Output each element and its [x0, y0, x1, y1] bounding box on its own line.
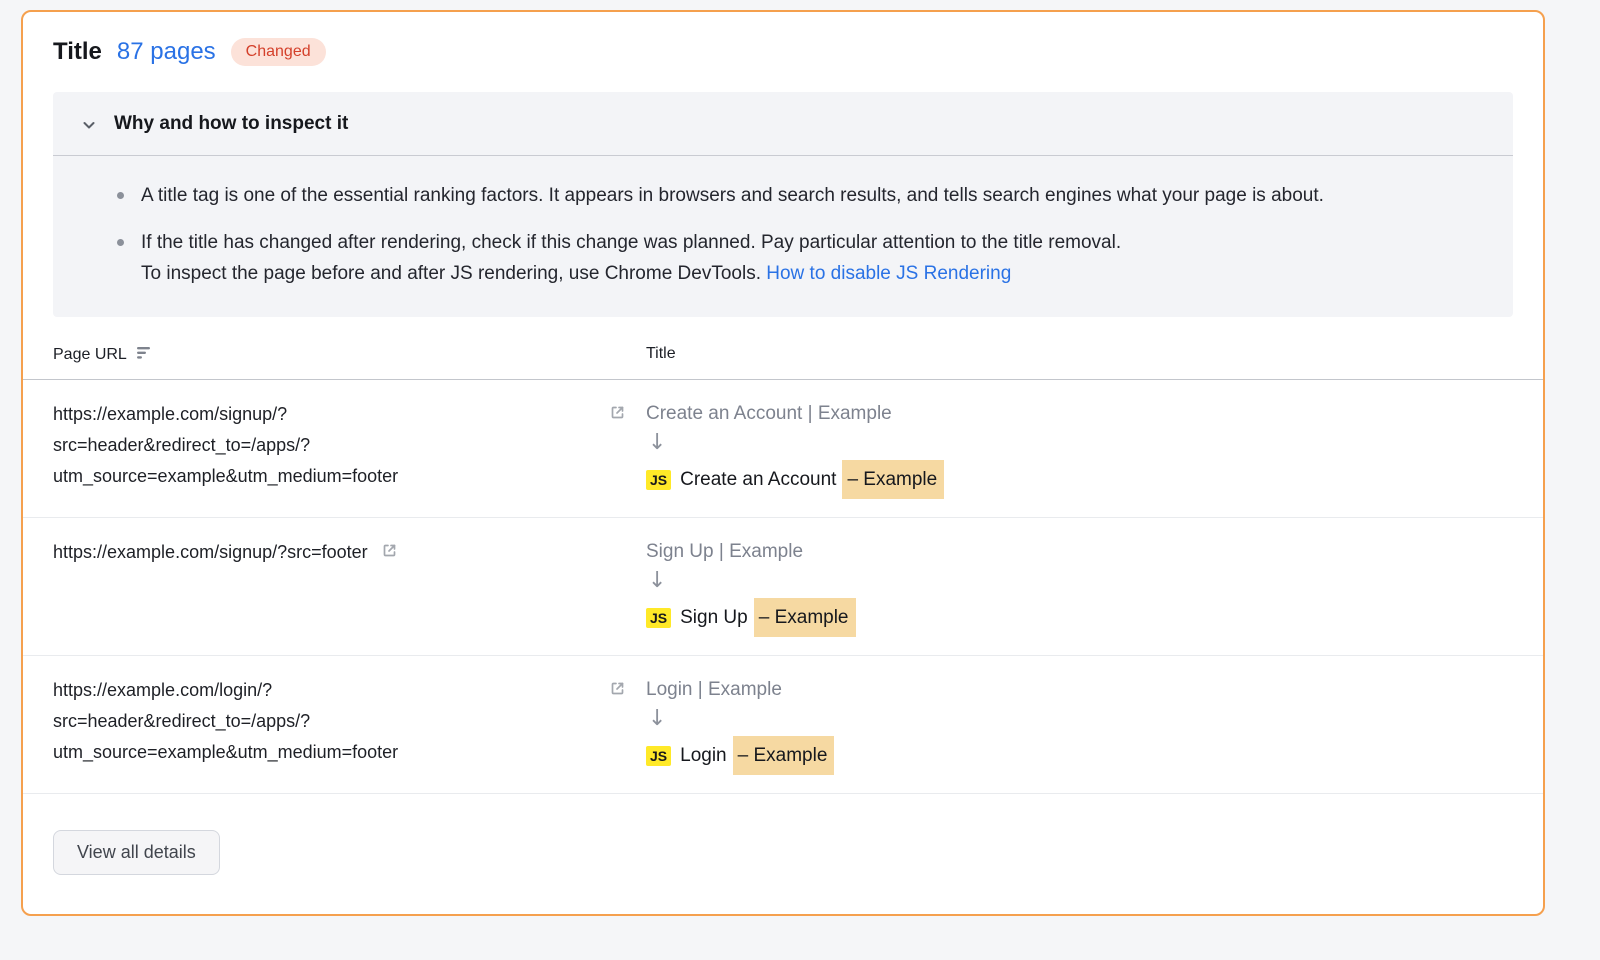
bullet-icon — [117, 192, 124, 199]
title-diff-highlight: – Example — [754, 598, 856, 637]
bullet-icon — [117, 239, 124, 246]
title-before-render: Login | Example — [646, 675, 1513, 705]
title-cell: Login | Example ↓ JS Login – Example — [646, 675, 1513, 775]
title-diff-highlight: – Example — [733, 736, 835, 775]
page-url-cell: https://example.com/login/? src=header&r… — [53, 675, 646, 775]
arrow-down-icon: ↓ — [646, 567, 1513, 595]
arrow-down-icon: ↓ — [646, 429, 1513, 457]
page-url-cell: https://example.com/signup/? src=header&… — [53, 399, 646, 499]
card-header: Title 87 pages Changed — [23, 12, 1543, 86]
js-badge: JS — [646, 746, 671, 766]
info-panel-toggle[interactable]: Why and how to inspect it — [53, 92, 1513, 156]
js-badge: JS — [646, 470, 671, 490]
page-url: https://example.com/login/? src=header&r… — [53, 675, 398, 768]
pages-count-link[interactable]: 87 pages — [117, 38, 216, 66]
table-header: Page URL Title — [23, 317, 1543, 380]
list-item: A title tag is one of the essential rank… — [117, 180, 1473, 211]
table-row: https://example.com/signup/? src=header&… — [23, 380, 1543, 518]
external-link-icon[interactable] — [381, 542, 398, 559]
info-panel-body: A title tag is one of the essential rank… — [53, 156, 1513, 317]
title-after-text: Sign Up — [680, 601, 748, 634]
column-header-page-url[interactable]: Page URL — [53, 345, 646, 365]
arrow-down-icon: ↓ — [646, 705, 1513, 733]
chevron-down-icon — [81, 117, 97, 133]
page-url: https://example.com/signup/?src=footer — [53, 537, 368, 568]
changed-status-badge: Changed — [231, 38, 326, 66]
column-header-title: Title — [646, 345, 1513, 365]
bullet-text: If the title has changed after rendering… — [141, 227, 1121, 289]
table-row: https://example.com/login/? src=header&r… — [23, 656, 1543, 794]
js-badge: JS — [646, 608, 671, 628]
title-cell: Sign Up | Example ↓ JS Sign Up – Example — [646, 537, 1513, 637]
table-row: https://example.com/signup/?src=footer S… — [23, 518, 1543, 656]
title-after-render: JS Login – Example — [646, 736, 1513, 775]
bullet-line: If the title has changed after rendering… — [141, 227, 1121, 258]
list-item: If the title has changed after rendering… — [117, 227, 1473, 289]
page-url-cell: https://example.com/signup/?src=footer — [53, 537, 646, 637]
title-before-render: Create an Account | Example — [646, 399, 1513, 429]
view-all-details-button[interactable]: View all details — [53, 830, 220, 875]
external-link-icon[interactable] — [609, 404, 626, 421]
title-before-render: Sign Up | Example — [646, 537, 1513, 567]
disable-js-rendering-link[interactable]: How to disable JS Rendering — [766, 263, 1011, 284]
bullet-line: To inspect the page before and after JS … — [141, 258, 1121, 289]
title-after-render: JS Sign Up – Example — [646, 598, 1513, 637]
info-panel: Why and how to inspect it A title tag is… — [53, 92, 1513, 317]
external-link-icon[interactable] — [609, 680, 626, 697]
title-after-render: JS Create an Account – Example — [646, 460, 1513, 499]
page-title: Title — [53, 38, 102, 66]
bullet-text: A title tag is one of the essential rank… — [141, 180, 1324, 211]
page-url: https://example.com/signup/? src=header&… — [53, 399, 398, 492]
info-panel-title: Why and how to inspect it — [114, 113, 348, 135]
title-after-text: Login — [680, 739, 727, 772]
title-after-text: Create an Account — [680, 463, 836, 496]
title-issue-card: Title 87 pages Changed Why and how to in… — [21, 10, 1545, 916]
card-footer: View all details — [23, 794, 1543, 911]
sort-descending-icon — [136, 345, 152, 365]
title-diff-highlight: – Example — [842, 460, 944, 499]
title-cell: Create an Account | Example ↓ JS Create … — [646, 399, 1513, 499]
